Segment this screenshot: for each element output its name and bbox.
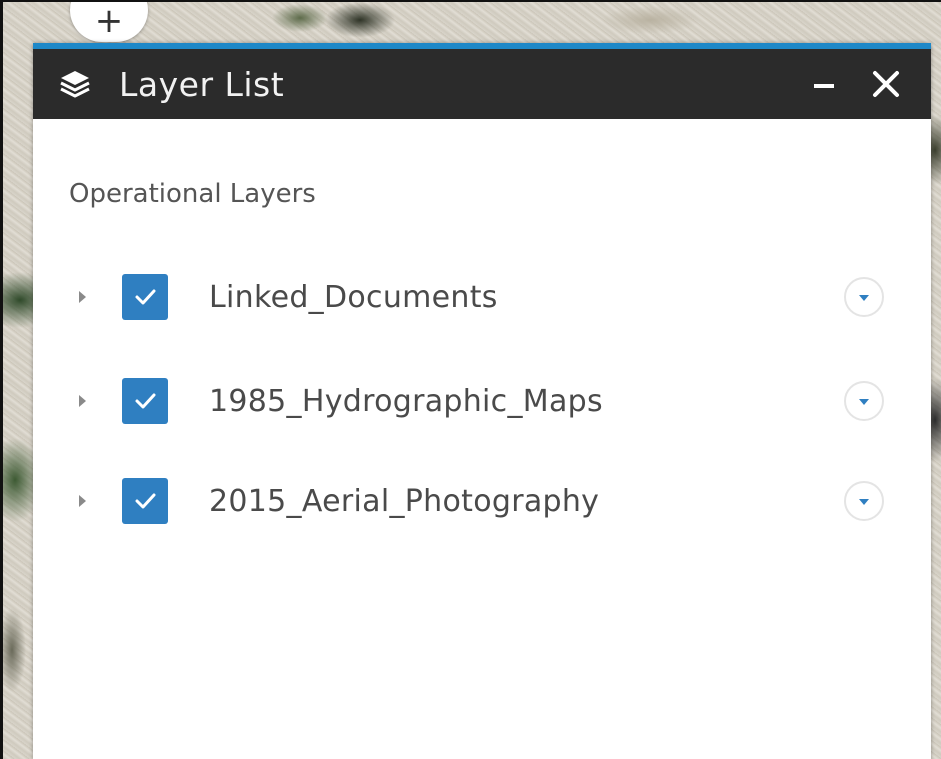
layers-icon bbox=[55, 64, 95, 104]
chevron-down-icon bbox=[859, 399, 869, 405]
layer-options-button[interactable] bbox=[844, 381, 884, 421]
expand-arrow-icon[interactable] bbox=[79, 395, 86, 407]
close-icon bbox=[873, 71, 899, 97]
chevron-down-icon bbox=[859, 295, 869, 301]
layer-name[interactable]: 1985_Hydrographic_Maps bbox=[209, 384, 603, 419]
expand-arrow-icon[interactable] bbox=[79, 495, 86, 507]
panel-title: Layer List bbox=[119, 64, 285, 104]
layer-options-button[interactable] bbox=[844, 481, 884, 521]
layer-row-1985-hydrographic-maps: 1985_Hydrographic_Maps bbox=[33, 371, 931, 431]
layer-row-linked-documents: Linked_Documents bbox=[33, 267, 931, 327]
close-button[interactable] bbox=[869, 67, 903, 101]
panel-header: Layer List bbox=[33, 49, 931, 119]
checkmark-icon bbox=[135, 393, 156, 409]
minimize-icon bbox=[814, 84, 834, 88]
header-controls bbox=[813, 49, 903, 119]
layer-visibility-checkbox[interactable] bbox=[122, 478, 168, 524]
checkmark-icon bbox=[135, 289, 156, 305]
chevron-down-icon bbox=[859, 499, 869, 505]
layer-visibility-checkbox[interactable] bbox=[122, 274, 168, 320]
layer-name[interactable]: 2015_Aerial_Photography bbox=[209, 484, 599, 519]
layer-name[interactable]: Linked_Documents bbox=[209, 280, 498, 315]
layer-list-panel: Layer List Operational Layers Linked_Doc… bbox=[33, 43, 931, 759]
layer-visibility-checkbox[interactable] bbox=[122, 378, 168, 424]
expand-arrow-icon[interactable] bbox=[79, 291, 86, 303]
section-label-operational-layers: Operational Layers bbox=[69, 179, 316, 209]
checkmark-icon bbox=[135, 493, 156, 509]
layer-row-2015-aerial-photography: 2015_Aerial_Photography bbox=[33, 471, 931, 531]
layer-options-button[interactable] bbox=[844, 277, 884, 317]
minimize-button[interactable] bbox=[813, 73, 835, 95]
zoom-in-label: + bbox=[94, 1, 124, 41]
